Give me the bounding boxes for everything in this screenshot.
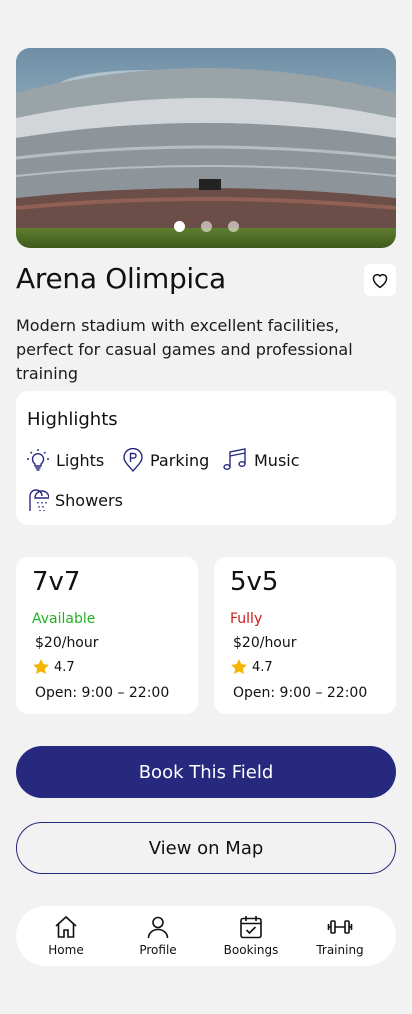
highlight-label: Lights xyxy=(56,450,105,470)
nav-label: Training xyxy=(316,943,364,957)
home-icon xyxy=(55,915,77,938)
star-icon xyxy=(33,659,49,675)
profile-icon xyxy=(147,916,169,939)
music-icon xyxy=(223,448,246,471)
highlight-showers: Showers xyxy=(27,488,123,512)
field-name: 5v5 xyxy=(230,567,279,597)
field-hours: Open: 9:00 – 22:00 xyxy=(35,685,170,701)
highlight-music: Music xyxy=(222,448,300,472)
venue-image-carousel[interactable] xyxy=(16,48,396,248)
nav-item-profile[interactable]: Profile xyxy=(118,914,198,957)
field-price: $20/hour xyxy=(35,635,99,651)
highlight-label: Parking xyxy=(150,450,210,470)
highlight-parking: Parking xyxy=(122,448,209,472)
field-price: $20/hour xyxy=(233,635,297,651)
nav-label: Bookings xyxy=(223,943,279,957)
nav-label: Profile xyxy=(139,943,177,957)
field-status: Fully xyxy=(230,611,263,627)
highlight-lights: Lights xyxy=(26,448,104,472)
field-card-7v7[interactable]: 7v7 Available $20/hour 4.7 Open: 9:00 – … xyxy=(16,557,198,714)
dumbbell-icon xyxy=(327,920,353,934)
field-name: 7v7 xyxy=(32,567,81,597)
carousel-dot[interactable] xyxy=(227,221,239,232)
parking-icon xyxy=(123,448,143,472)
highlight-label: Showers xyxy=(55,490,123,510)
rating-value: 4.7 xyxy=(54,659,75,675)
heart-icon xyxy=(372,273,388,289)
field-card-5v5[interactable]: 5v5 Fully $20/hour 4.7 Open: 9:00 – 22:0… xyxy=(214,557,396,714)
venue-title: Arena Olimpica xyxy=(16,262,226,295)
carousel-dot[interactable] xyxy=(173,221,185,232)
lightbulb-icon xyxy=(27,449,49,471)
field-rating: 4.7 xyxy=(32,658,75,676)
nav-item-training[interactable]: Training xyxy=(300,914,380,957)
highlight-label: Music xyxy=(254,450,300,470)
nav-item-home[interactable]: Home xyxy=(26,914,106,957)
favorite-button[interactable] xyxy=(364,264,396,296)
nav-label: Home xyxy=(48,943,84,957)
highlights-title: Highlights xyxy=(27,409,118,430)
nav-item-bookings[interactable]: Bookings xyxy=(211,914,291,957)
carousel-dots xyxy=(16,221,396,232)
venue-description: Modern stadium with excellent facilities… xyxy=(16,316,353,383)
view-map-button[interactable]: View on Map xyxy=(16,822,396,874)
field-status: Available xyxy=(32,611,96,627)
stadium-image xyxy=(16,48,396,248)
star-icon xyxy=(231,659,247,675)
field-hours: Open: 9:00 – 22:00 xyxy=(233,685,368,701)
calendar-check-icon xyxy=(240,916,262,939)
highlights-card: Highlights Lights Parking Music Showers xyxy=(16,391,396,525)
bottom-nav: Home Profile Bookings Training xyxy=(16,906,396,966)
carousel-dot[interactable] xyxy=(200,221,212,232)
book-field-button[interactable]: Book This Field xyxy=(16,746,396,798)
field-rating: 4.7 xyxy=(230,658,273,676)
shower-icon xyxy=(29,489,49,511)
rating-value: 4.7 xyxy=(252,659,273,675)
